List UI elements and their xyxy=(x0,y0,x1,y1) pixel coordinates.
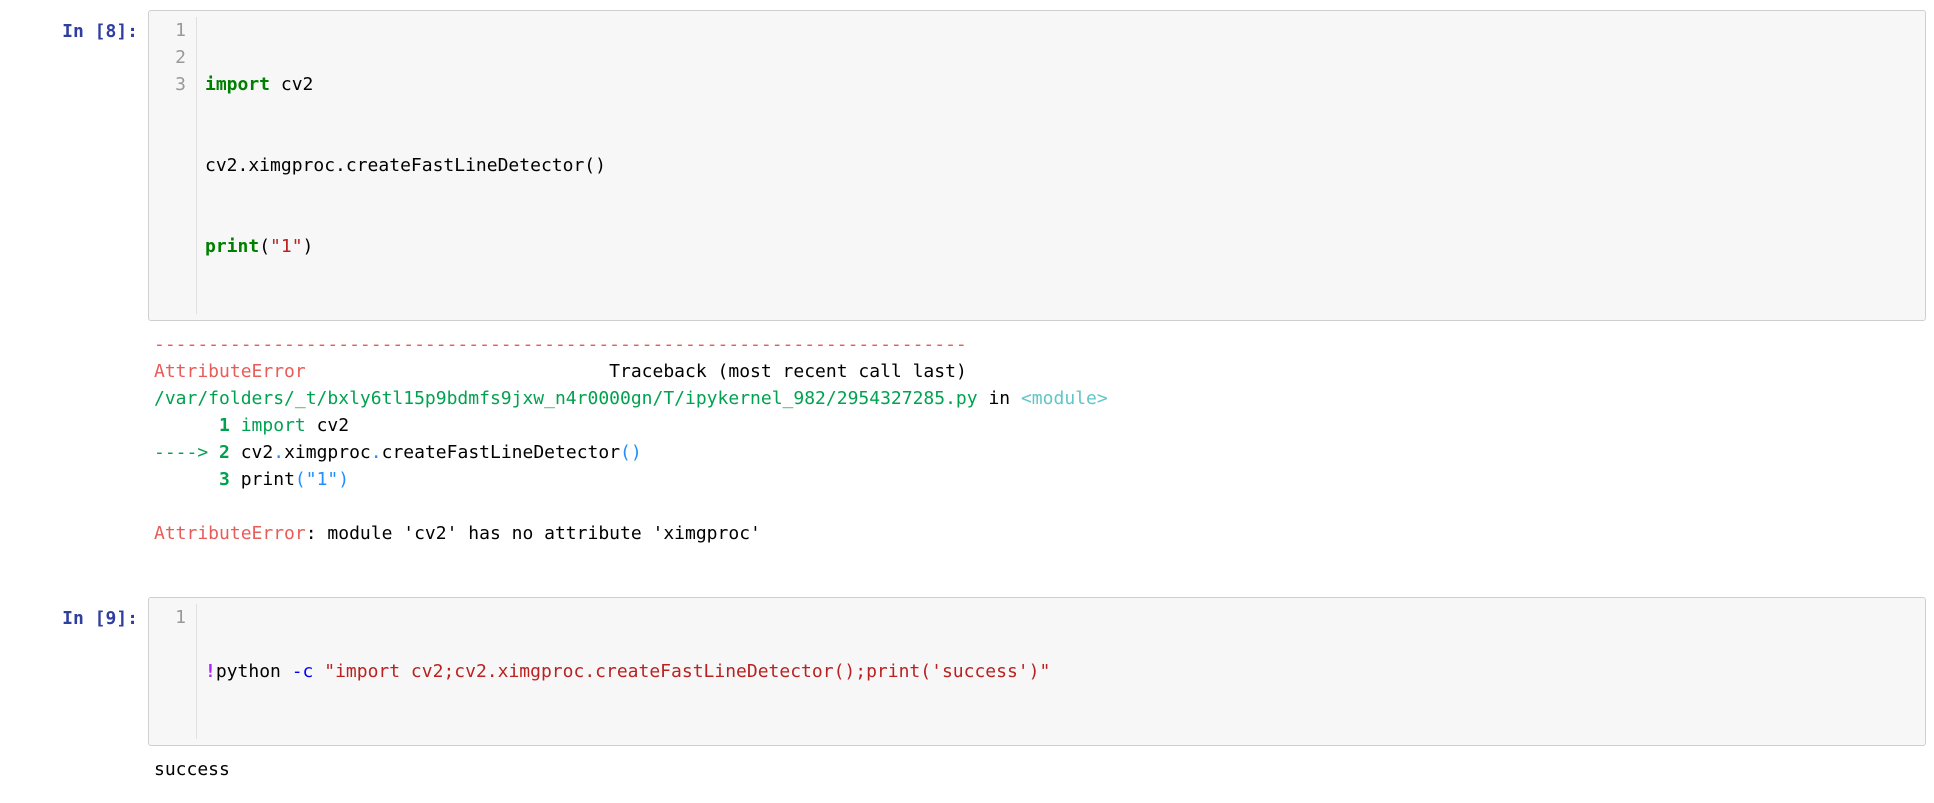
space xyxy=(313,661,324,682)
error-message: : module 'cv2' has no attribute 'ximgpro… xyxy=(306,523,761,544)
paren: ) xyxy=(631,442,642,463)
line-number: 3 xyxy=(149,71,186,98)
builtin: print xyxy=(241,469,295,490)
output-cell: ----------------------------------------… xyxy=(8,325,1926,553)
string: "import cv2;cv2.ximgproc.createFastLineD… xyxy=(324,661,1050,682)
frame-pad xyxy=(154,415,219,436)
paren: ( xyxy=(620,442,631,463)
code-cell: In [8]: 1 2 3 import cv2 cv2.ximgproc.cr… xyxy=(8,10,1926,321)
traceback-path: /var/folders/_t/bxly6tl15p9bdmfs9jxw_n4r… xyxy=(154,388,978,409)
input-prompt: In [8]: xyxy=(8,10,148,45)
code-text: cv2.ximgproc.createFastLineDetector() xyxy=(205,155,606,176)
paren: ) xyxy=(303,236,314,257)
magic-bang: ! xyxy=(205,661,216,682)
prompt-number: 9 xyxy=(105,608,116,629)
code-text: cv2 xyxy=(306,415,349,436)
output-prompt-empty xyxy=(8,325,148,333)
line-number: 2 xyxy=(149,44,186,71)
ident: cv2 xyxy=(241,442,274,463)
frame-lineno: 1 xyxy=(219,415,230,436)
output-prompt-empty xyxy=(8,750,148,758)
line-number: 1 xyxy=(149,604,186,631)
padding xyxy=(306,361,609,382)
dot: . xyxy=(273,442,284,463)
shell-cmd: python xyxy=(216,661,292,682)
error-name: AttributeError xyxy=(154,523,306,544)
cell-spacer xyxy=(8,557,1926,597)
traceback-output: ----------------------------------------… xyxy=(148,325,1926,553)
stdout-output: success xyxy=(148,750,1926,789)
dot: . xyxy=(371,442,382,463)
string: "1" xyxy=(306,469,339,490)
input-prompt: In [9]: xyxy=(8,597,148,632)
output-text: success xyxy=(154,759,230,780)
prompt-close: ]: xyxy=(116,608,138,629)
frame-pad xyxy=(154,469,219,490)
paren: ( xyxy=(295,469,306,490)
line-gutter: 1 2 3 xyxy=(149,17,197,314)
code-content[interactable]: !python -c "import cv2;cv2.ximgproc.crea… xyxy=(197,604,1925,739)
prompt-in-label: In [ xyxy=(62,608,105,629)
prompt-number: 8 xyxy=(105,21,116,42)
traceback-module: <module> xyxy=(1021,388,1108,409)
builtin: print xyxy=(205,236,259,257)
keyword: import xyxy=(205,74,270,95)
prompt-close: ]: xyxy=(116,21,138,42)
output-cell: success xyxy=(8,750,1926,789)
line-number: 1 xyxy=(149,17,186,44)
space xyxy=(230,415,241,436)
keyword: import xyxy=(241,415,306,436)
ident: createFastLineDetector xyxy=(382,442,620,463)
frame-lineno: 3 xyxy=(219,469,230,490)
traceback-separator: ----------------------------------------… xyxy=(154,334,967,355)
code-input-area[interactable]: 1 2 3 import cv2 cv2.ximgproc.createFast… xyxy=(148,10,1926,321)
frame-lineno: 2 xyxy=(219,442,230,463)
shell-flag: -c xyxy=(292,661,314,682)
paren: ) xyxy=(338,469,349,490)
code-text: cv2 xyxy=(270,74,313,95)
frame-arrow: ----> xyxy=(154,442,219,463)
code-content[interactable]: import cv2 cv2.ximgproc.createFastLineDe… xyxy=(197,17,1925,314)
code-input-area[interactable]: 1 !python -c "import cv2;cv2.ximgproc.cr… xyxy=(148,597,1926,746)
paren: ( xyxy=(259,236,270,257)
error-name: AttributeError xyxy=(154,361,306,382)
traceback-in: in xyxy=(978,388,1021,409)
space xyxy=(230,442,241,463)
prompt-in-label: In [ xyxy=(62,21,105,42)
ident: ximgproc xyxy=(284,442,371,463)
line-gutter: 1 xyxy=(149,604,197,739)
code-cell: In [9]: 1 !python -c "import cv2;cv2.xim… xyxy=(8,597,1926,746)
traceback-label: Traceback (most recent call last) xyxy=(609,361,967,382)
string: "1" xyxy=(270,236,303,257)
space xyxy=(230,469,241,490)
